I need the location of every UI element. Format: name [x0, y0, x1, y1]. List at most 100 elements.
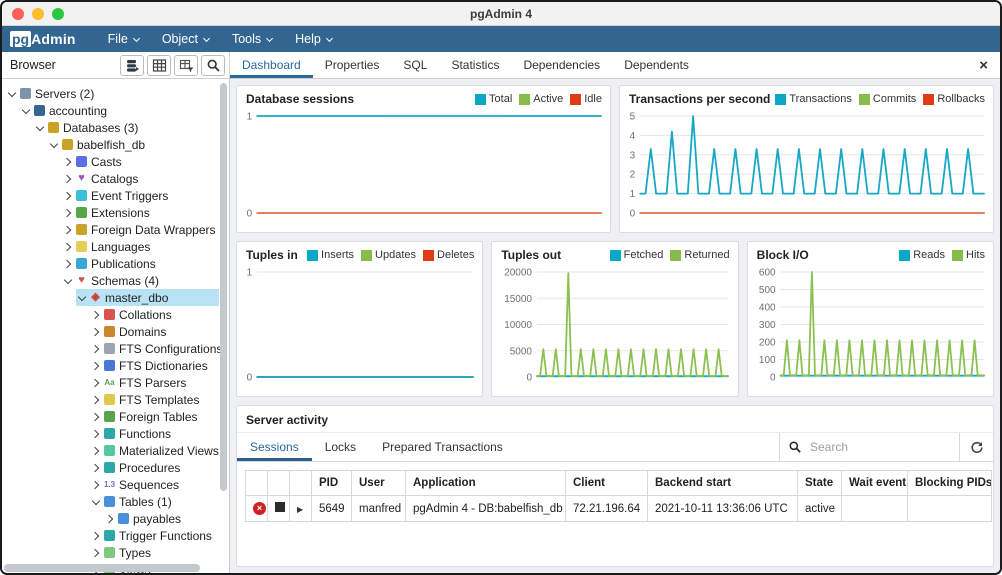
chevron-right-icon[interactable] — [90, 547, 102, 559]
chevron-right-icon[interactable] — [90, 394, 102, 406]
tree-item-languages[interactable]: Languages — [2, 238, 229, 255]
chevron-right-icon[interactable] — [62, 207, 74, 219]
tree-item-fts-templates[interactable]: FTS Templates — [2, 391, 229, 408]
tree-item-materialized-views[interactable]: Materialized Views — [2, 442, 229, 459]
activity-tab-locks[interactable]: Locks — [312, 433, 369, 461]
search-objects-button[interactable] — [201, 55, 225, 76]
legend-swatch-icon — [519, 94, 530, 105]
chevron-down-icon[interactable] — [48, 139, 60, 151]
menu-object[interactable]: Object — [152, 26, 222, 52]
chevron-down-icon[interactable] — [34, 122, 46, 134]
legend-label: Deletes — [437, 249, 474, 261]
tree-item-fts-configurations[interactable]: FTS Configurations — [2, 340, 229, 357]
tree-item-collations[interactable]: Collations — [2, 306, 229, 323]
menu-tools[interactable]: Tools — [222, 26, 285, 52]
chevron-down-icon — [133, 36, 140, 43]
tree-item-sequences[interactable]: 1.3Sequences — [2, 476, 229, 493]
cancel-query-icon[interactable] — [275, 502, 285, 512]
tree-item-types[interactable]: Types — [2, 544, 229, 561]
tree-item-fts-dictionaries[interactable]: FTS Dictionaries — [2, 357, 229, 374]
chevron-down-icon[interactable] — [76, 292, 88, 304]
sidebar-vertical-scrollbar[interactable] — [220, 83, 227, 491]
chart-header: Block I/OReadsHits — [748, 242, 993, 265]
activity-tab-sessions[interactable]: Sessions — [237, 433, 312, 461]
tree-item-content: babelfish_db — [48, 136, 149, 153]
tree-item-catalogs[interactable]: ♥Catalogs — [2, 170, 229, 187]
activity-search-input[interactable] — [810, 440, 930, 454]
legend-label: Inserts — [321, 249, 354, 261]
chevron-right-icon[interactable] — [62, 258, 74, 270]
tree-item-servers-2[interactable]: Servers (2) — [2, 85, 229, 102]
tree-item-schemas-4[interactable]: ♥Schemas (4) — [2, 272, 229, 289]
tree-item-tables-1[interactable]: Tables (1) — [2, 493, 229, 510]
chevron-right-icon[interactable] — [62, 224, 74, 236]
chevron-down-icon[interactable] — [6, 88, 18, 100]
chevron-down-icon[interactable] — [90, 496, 102, 508]
tab-dashboard[interactable]: Dashboard — [230, 52, 313, 78]
menu-help[interactable]: Help — [285, 26, 345, 52]
tree-item-procedures[interactable]: Procedures — [2, 459, 229, 476]
filtered-rows-button[interactable] — [174, 55, 198, 76]
connect-server-button[interactable] — [120, 55, 144, 76]
chevron-right-icon[interactable] — [90, 479, 102, 491]
tab-dependents[interactable]: Dependents — [612, 52, 701, 78]
tree-item-foreign-data-wrappers[interactable]: Foreign Data Wrappers — [2, 221, 229, 238]
view-data-icon — [152, 58, 167, 73]
pgadmin-logo: pgAdmin — [10, 31, 76, 47]
chevron-right-icon[interactable] — [104, 513, 116, 525]
chevron-down-icon[interactable] — [20, 105, 32, 117]
activity-tab-prepared-transactions[interactable]: Prepared Transactions — [369, 433, 516, 461]
tree-item-master-dbo[interactable]: ◈master_dbo — [2, 289, 229, 306]
tree-item-accounting[interactable]: accounting — [2, 102, 229, 119]
view-data-button[interactable] — [147, 55, 171, 76]
chevron-right-icon[interactable] — [90, 309, 102, 321]
chevron-right-icon[interactable] — [62, 173, 74, 185]
scrollbar-thumb[interactable] — [4, 564, 200, 572]
chevron-right-icon[interactable] — [90, 326, 102, 338]
tree-item-domains[interactable]: Domains — [2, 323, 229, 340]
tab-sql[interactable]: SQL — [391, 52, 439, 78]
table-cell: manfred — [352, 496, 406, 522]
legend-swatch-icon — [423, 250, 434, 261]
expand-row-icon[interactable]: ▶ — [297, 505, 303, 514]
tree-item-content: AaFTS Parsers — [90, 374, 190, 391]
tree-item-content: Languages — [62, 238, 154, 255]
tab-statistics[interactable]: Statistics — [439, 52, 511, 78]
tree-item-casts[interactable]: Casts — [2, 153, 229, 170]
tree-item-babelfish-db[interactable]: babelfish_db — [2, 136, 229, 153]
tree-item-trigger-functions[interactable]: Trigger Functions — [2, 527, 229, 544]
chevron-right-icon[interactable] — [90, 428, 102, 440]
chevron-down-icon[interactable] — [62, 275, 74, 287]
tree-item-payables[interactable]: payables — [2, 510, 229, 527]
chevron-right-icon[interactable] — [90, 411, 102, 423]
chevron-right-icon[interactable] — [90, 530, 102, 542]
chevron-right-icon[interactable] — [90, 462, 102, 474]
tree-item-label: Types — [119, 546, 151, 560]
column-header-state: State — [798, 471, 842, 496]
chevron-right-icon[interactable] — [90, 343, 102, 355]
chevron-right-icon[interactable] — [90, 360, 102, 372]
chevron-right-icon[interactable] — [62, 156, 74, 168]
legend-swatch-icon — [610, 250, 621, 261]
close-panel-icon[interactable]: × — [979, 58, 988, 73]
terminate-session-icon[interactable]: × — [253, 502, 266, 515]
menu-file[interactable]: File — [98, 26, 152, 52]
refresh-button[interactable] — [959, 433, 993, 461]
tree-item-databases-3[interactable]: Databases (3) — [2, 119, 229, 136]
tab-dependencies[interactable]: Dependencies — [511, 52, 612, 78]
chevron-right-icon[interactable] — [62, 190, 74, 202]
casts-icon — [76, 156, 87, 167]
tab-properties[interactable]: Properties — [313, 52, 392, 78]
chevron-right-icon[interactable] — [90, 377, 102, 389]
tree-item-foreign-tables[interactable]: Foreign Tables — [2, 408, 229, 425]
sidebar-horizontal-scrollbar[interactable] — [4, 564, 217, 572]
tree-item-event-triggers[interactable]: Event Triggers — [2, 187, 229, 204]
table-cell: pgAdmin 4 - DB:babelfish_db — [406, 496, 566, 522]
svg-text:5000: 5000 — [510, 346, 533, 357]
tree-item-publications[interactable]: Publications — [2, 255, 229, 272]
tree-item-extensions[interactable]: Extensions — [2, 204, 229, 221]
tree-item-fts-parsers[interactable]: AaFTS Parsers — [2, 374, 229, 391]
tree-item-functions[interactable]: Functions — [2, 425, 229, 442]
chevron-right-icon[interactable] — [90, 445, 102, 457]
chevron-right-icon[interactable] — [62, 241, 74, 253]
